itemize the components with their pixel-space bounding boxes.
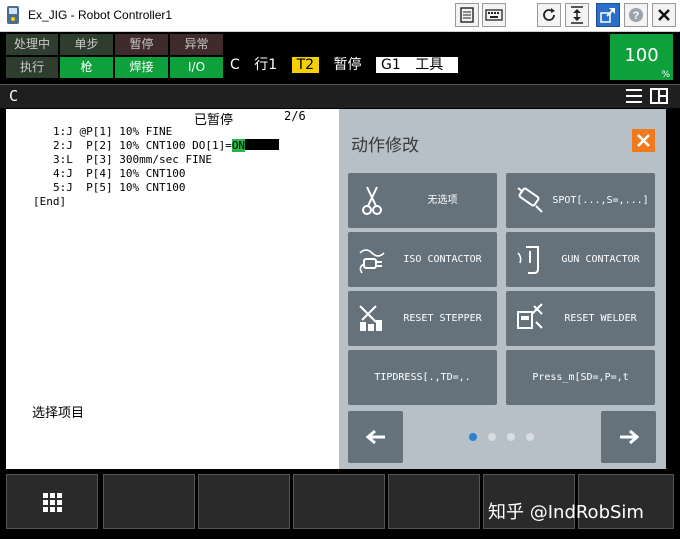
arrow-left-icon — [365, 429, 385, 445]
option-tipdress-button[interactable]: TIPDRESS[.,TD=,. — [348, 350, 497, 405]
status-state: 暂停 — [333, 57, 362, 73]
override-value: 100 — [624, 45, 659, 66]
option-label: SPOT[...,S=,...] — [552, 195, 649, 206]
program-line[interactable]: 1:J @P[1] 10% FINE — [53, 125, 172, 138]
status-processing: 处理中 — [6, 34, 58, 55]
arrow-right-icon — [619, 429, 639, 445]
pendant-icon — [7, 6, 19, 24]
status-single-step: 单步 — [60, 34, 113, 55]
option-label: RESET STEPPER — [403, 313, 482, 324]
function-key-f4[interactable] — [388, 474, 480, 529]
option-press-m-button[interactable]: Press_m[SD=,P=,t — [506, 350, 655, 405]
program-line[interactable]: 5:J P[5] 10% CNT100 — [53, 181, 185, 194]
program-listing: 已暂停 2/6 1:J @P[1] 10% FINE 2:J P[2] 10% … — [6, 109, 339, 469]
gun-contactor-icon — [517, 246, 539, 274]
page-dot[interactable] — [526, 433, 534, 441]
svg-text:?: ? — [633, 10, 640, 22]
scissors-icon — [362, 186, 382, 215]
close-icon — [658, 9, 670, 21]
program-line[interactable]: 4:J P[4] 10% CNT100 — [53, 167, 185, 180]
pendant-icon — [460, 7, 474, 23]
status-line-number: 行1 — [254, 57, 278, 73]
watermark: 知乎 @IndRobSim — [488, 502, 644, 523]
plug-icon — [359, 249, 385, 274]
program-line-text: 2:J P[2] 10% CNT100 DO[1]= — [53, 139, 232, 152]
hamburger-menu-icon[interactable] — [626, 89, 642, 103]
refresh-button[interactable] — [537, 3, 561, 27]
option-label: GUN CONTACTOR — [561, 254, 640, 265]
grid-icon — [43, 493, 62, 512]
status-group-badge: G1 工具 — [375, 57, 459, 73]
keyboard-icon — [485, 9, 503, 21]
option-label: ISO CONTACTOR — [403, 254, 482, 265]
option-reset-stepper-button[interactable]: RESET STEPPER — [348, 291, 497, 346]
option-spot-button[interactable]: SPOT[...,S=,...] — [506, 173, 655, 228]
program-line[interactable]: 3:L P[3] 300mm/sec FINE — [53, 153, 212, 166]
select-item-prompt: 选择项目 — [32, 406, 85, 421]
program-line-current[interactable]: 2:J P[2] 10% CNT100 DO[1]=ON — [53, 139, 280, 152]
status-gun: 枪 — [60, 57, 113, 78]
next-page-button[interactable] — [601, 411, 656, 463]
option-reset-welder-button[interactable]: RESET WELDER — [506, 291, 655, 346]
override-unit: % — [661, 70, 670, 80]
status-group: G1 — [380, 57, 401, 73]
reset-welder-icon — [517, 303, 543, 329]
window-titlebar: Ex_JIG - Robot Controller1 ? — [0, 0, 680, 32]
override-speed[interactable]: 100 % — [610, 34, 673, 80]
option-no-option-button[interactable]: 无选项 — [348, 173, 497, 228]
highlight-value[interactable]: ON — [231, 139, 246, 152]
option-iso-contactor-button[interactable]: ISO CONTACTOR — [348, 232, 497, 287]
help-icon: ? — [629, 8, 643, 22]
status-program: C — [230, 57, 240, 73]
function-key-f2[interactable] — [198, 474, 290, 529]
status-bar: 处理中 单步 暂停 异常 执行 枪 焊接 I/O C 行1 T2 暂停 G1 工… — [0, 32, 680, 82]
option-gun-contactor-button[interactable]: GUN CONTACTOR — [506, 232, 655, 287]
previous-page-button[interactable] — [348, 411, 403, 463]
motion-modify-panel: 动作修改 无选项 SPOT[...,S=,...] ISO CONTACTOR … — [339, 109, 666, 469]
status-io: I/O — [170, 57, 223, 78]
page-indicator: 2/6 — [284, 109, 306, 123]
pendant-view-button[interactable] — [455, 3, 479, 27]
spot-gun-icon — [517, 187, 543, 213]
option-label: 无选项 — [427, 195, 458, 206]
status-weld: 焊接 — [115, 57, 168, 78]
maximize-out-button[interactable] — [596, 3, 620, 27]
page-dot[interactable] — [488, 433, 496, 441]
window-title: Ex_JIG - Robot Controller1 — [28, 8, 173, 22]
editor-window-header: C — [0, 84, 680, 108]
keyboard-button[interactable] — [482, 3, 506, 27]
panel-close-button[interactable] — [632, 129, 655, 152]
reset-stepper-icon — [359, 305, 382, 331]
status-frame: 工具 — [415, 57, 444, 73]
maximize-out-icon — [600, 8, 615, 23]
function-key-f3[interactable] — [293, 474, 385, 529]
split-screen-icon[interactable] — [650, 88, 668, 104]
status-run: 执行 — [6, 57, 58, 78]
panel-title: 动作修改 — [351, 136, 419, 156]
refresh-icon — [543, 8, 555, 21]
editor-window-title: C — [9, 87, 19, 105]
close-icon — [637, 134, 650, 147]
status-line: C 行1 T2 暂停 G1 工具 — [230, 54, 468, 74]
paused-label: 已暂停 — [194, 113, 234, 128]
function-key-f1[interactable] — [103, 474, 195, 529]
status-hold: 暂停 — [115, 34, 168, 55]
text-cursor — [245, 139, 280, 150]
option-label: Press_m[SD=,P=,t — [532, 372, 629, 383]
close-window-button[interactable] — [652, 3, 676, 27]
fit-button[interactable] — [565, 3, 589, 27]
option-label: RESET WELDER — [564, 313, 637, 324]
page-dot-active[interactable] — [469, 433, 477, 441]
status-fault: 异常 — [170, 34, 223, 55]
option-label: TIPDRESS[.,TD=,. — [374, 372, 471, 383]
menu-grid-button[interactable] — [6, 474, 98, 529]
help-button[interactable]: ? — [624, 3, 648, 27]
program-end-marker: [End] — [33, 195, 67, 208]
fit-icon — [571, 6, 583, 24]
main-area: 已暂停 2/6 1:J @P[1] 10% FINE 2:J P[2] 10% … — [6, 109, 666, 469]
status-mode-badge: T2 — [291, 57, 320, 73]
page-dot[interactable] — [507, 433, 515, 441]
